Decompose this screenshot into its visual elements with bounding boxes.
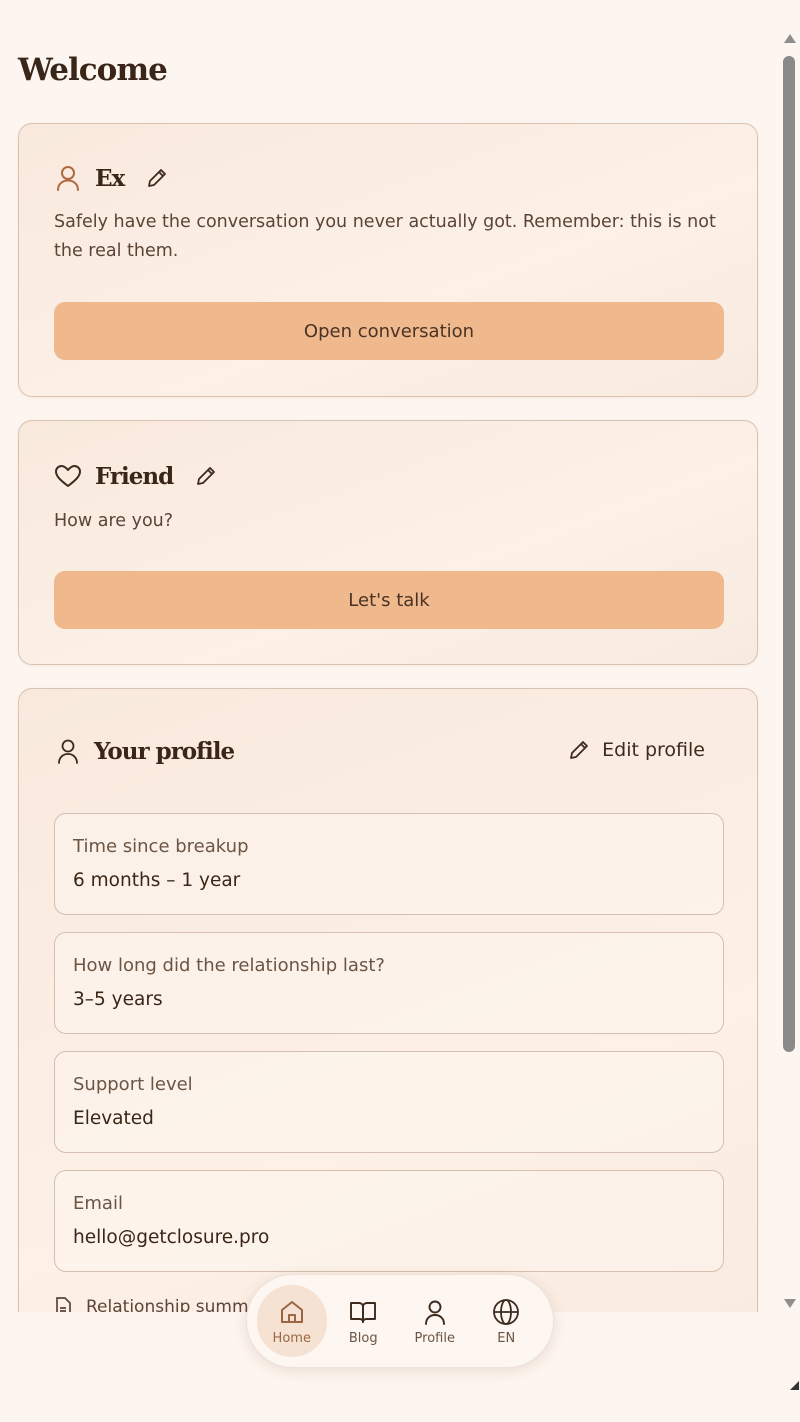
page-title: Welcome: [18, 52, 168, 88]
support-level-field[interactable]: Support level Elevated: [54, 1051, 724, 1153]
field-value: hello@getclosure.pro: [73, 1227, 270, 1248]
friend-card-description: How are you?: [54, 511, 174, 531]
profile-card-header: Your profile: [54, 737, 235, 765]
nav-item-profile[interactable]: Profile: [400, 1285, 470, 1357]
field-label: Time since breakup: [73, 836, 249, 857]
nav-item-home[interactable]: Home: [257, 1285, 327, 1357]
nav-label-home: Home: [272, 1330, 311, 1346]
main-scroll-area: Welcome Ex Safely have the conversation …: [0, 0, 780, 1312]
scroll-down-arrow-icon[interactable]: [784, 1299, 796, 1308]
pencil-icon: [568, 739, 590, 761]
globe-icon: [492, 1297, 520, 1327]
home-icon: [279, 1297, 305, 1327]
open-conversation-button[interactable]: Open conversation: [54, 302, 724, 360]
nav-label-profile: Profile: [414, 1330, 455, 1346]
user-icon: [424, 1297, 446, 1327]
edit-profile-button[interactable]: Edit profile: [568, 739, 705, 761]
bottom-navigation: Home Blog Profile EN: [246, 1274, 554, 1368]
nav-item-blog[interactable]: Blog: [329, 1285, 399, 1357]
field-value: 3–5 years: [73, 989, 163, 1010]
field-label: Support level: [73, 1074, 193, 1095]
friend-card: Friend How are you? Let's talk: [18, 420, 758, 665]
user-icon: [54, 164, 82, 192]
ex-card-description: Safely have the conversation you never a…: [54, 212, 716, 261]
nav-item-language[interactable]: EN: [472, 1285, 542, 1357]
ex-card-title: Ex: [95, 164, 125, 192]
book-icon: [349, 1297, 377, 1327]
edit-ex-pencil-icon[interactable]: [144, 165, 170, 191]
friend-card-header: Friend: [54, 462, 219, 490]
field-label: Email: [73, 1193, 123, 1214]
email-field[interactable]: Email hello@getclosure.pro: [54, 1170, 724, 1272]
scroll-up-arrow-icon[interactable]: [784, 34, 796, 43]
scrollbar-thumb[interactable]: [783, 56, 795, 1052]
edit-profile-label: Edit profile: [602, 739, 705, 761]
relationship-summary-row[interactable]: Relationship summary: [54, 1297, 276, 1312]
friend-card-title: Friend: [95, 462, 174, 490]
document-icon: [54, 1297, 72, 1312]
relationship-length-field[interactable]: How long did the relationship last? 3–5 …: [54, 932, 724, 1034]
ex-card: Ex Safely have the conversation you neve…: [18, 123, 758, 397]
resize-corner-icon: [790, 1381, 799, 1390]
heart-icon: [54, 462, 82, 490]
vertical-scrollbar[interactable]: [780, 28, 800, 1312]
time-since-breakup-field[interactable]: Time since breakup 6 months – 1 year: [54, 813, 724, 915]
ex-card-header: Ex: [54, 164, 170, 192]
edit-friend-pencil-icon[interactable]: [193, 463, 219, 489]
nav-label-blog: Blog: [348, 1330, 378, 1346]
field-value: 6 months – 1 year: [73, 870, 241, 891]
profile-card-title: Your profile: [94, 737, 235, 765]
profile-card: Your profile Edit profile Time since bre…: [18, 688, 758, 1312]
user-icon: [54, 737, 82, 765]
nav-label-language: EN: [497, 1330, 516, 1346]
lets-talk-button[interactable]: Let's talk: [54, 571, 724, 629]
field-value: Elevated: [73, 1108, 154, 1129]
field-label: How long did the relationship last?: [73, 955, 385, 976]
